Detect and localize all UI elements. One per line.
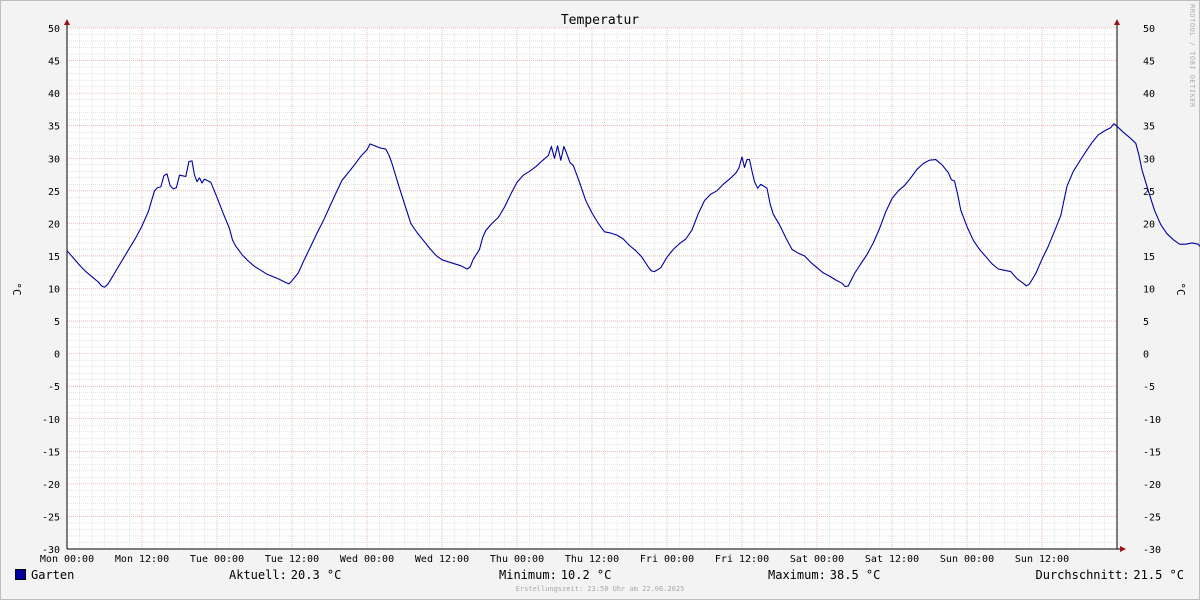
y-tick-label-left: -20 (42, 480, 60, 491)
y-tick-label-right: 10 (1143, 285, 1155, 296)
y-axis-arrow-right (1114, 19, 1120, 25)
x-tick-label: Thu 00:00 (490, 554, 544, 565)
creation-time: Erstellungszeit: 23:58 Uhr am 22.06.2025 (515, 585, 685, 593)
y-tick-label-right: 5 (1143, 317, 1149, 328)
x-axis-arrow (1120, 546, 1126, 552)
x-tick-label: Sun 00:00 (940, 554, 994, 565)
legend-minimum: Minimum: 10.2 °C (499, 568, 611, 582)
x-tick-label: Tue 00:00 (190, 554, 244, 565)
y-tick-label-left: 30 (48, 154, 60, 165)
y-tick-label-left: 20 (48, 219, 60, 230)
x-tick-label: Wed 00:00 (340, 554, 394, 565)
y-tick-label-left: 10 (48, 285, 60, 296)
y-tick-label-right: -30 (1143, 545, 1161, 556)
maximum-label: Maximum: (768, 568, 826, 582)
y-tick-label-right: -5 (1143, 382, 1155, 393)
x-tick-label: Thu 12:00 (565, 554, 619, 565)
y-tick-label-left: 50 (48, 24, 60, 35)
current-label: Aktuell: (229, 568, 287, 582)
y-tick-label-left: 5 (54, 317, 60, 328)
y-tick-label-right: -15 (1143, 447, 1161, 458)
y-axis-label-left: °C (10, 282, 23, 295)
legend-current: Aktuell: 20.3 °C (229, 568, 341, 582)
y-tick-label-right: 45 (1143, 57, 1155, 68)
y-tick-label-left: 15 (48, 252, 60, 263)
x-tick-label: Mon 00:00 (40, 554, 94, 565)
y-tick-label-left: -10 (42, 415, 60, 426)
y-tick-label-right: -10 (1143, 415, 1161, 426)
y-tick-labels-right: 50454035302520151050-5-10-15-20-25-30 (1143, 24, 1161, 556)
y-tick-label-right: 50 (1143, 24, 1155, 35)
y-tick-label-right: -25 (1143, 512, 1161, 523)
average-value: 21.5 °C (1133, 568, 1184, 582)
y-tick-label-left: -25 (42, 512, 60, 523)
y-tick-label-right: 0 (1143, 350, 1149, 361)
y-tick-label-right: 40 (1143, 89, 1155, 100)
y-tick-label-right: 30 (1143, 154, 1155, 165)
y-tick-label-left: 0 (54, 350, 60, 361)
y-tick-label-left: -5 (48, 382, 60, 393)
y-tick-label-right: 35 (1143, 122, 1155, 133)
minimum-label: Minimum: (499, 568, 557, 582)
y-axis-label-right: °C (1174, 282, 1187, 295)
y-tick-label-left: 40 (48, 89, 60, 100)
x-tick-label: Fri 00:00 (640, 554, 694, 565)
y-tick-label-left: -15 (42, 447, 60, 458)
x-tick-label: Tue 12:00 (265, 554, 319, 565)
y-tick-label-right: -20 (1143, 480, 1161, 491)
y-tick-labels-left: 50454035302520151050-5-10-15-20-25-30 (42, 24, 60, 556)
minimum-value: 10.2 °C (560, 568, 612, 582)
x-tick-label: Sat 12:00 (865, 554, 919, 565)
average-label: Durchschnitt: (1035, 568, 1130, 582)
legend-maximum: Maximum: 38.5 °C (768, 568, 880, 582)
chart-title: Temperatur (561, 13, 639, 28)
y-tick-label-right: 20 (1143, 219, 1155, 230)
legend-series-name: Garten (31, 568, 75, 582)
x-tick-labels: Mon 00:00 Mon 12:00 Tue 00:00 Tue 12:00 Wed … (40, 554, 1069, 565)
y-tick-label-left: 35 (48, 122, 60, 133)
maximum-value: 38.5 °C (829, 568, 881, 582)
y-axis-arrow-left (64, 19, 70, 25)
temperature-chart: Temperatur 50454035302520151050-5-10-15-… (10, 13, 1200, 565)
legend-series: Garten (15, 568, 74, 582)
rrdtool-watermark: RRDTOOL / TOBI OETIKER (1188, 4, 1196, 108)
x-tick-label: Mon 12:00 (115, 554, 169, 565)
x-tick-label: Fri 12:00 (715, 554, 769, 565)
x-tick-label: Sun 12:00 (1015, 554, 1069, 565)
current-value: 20.3 °C (290, 568, 342, 582)
y-tick-label-left: 45 (48, 57, 60, 68)
y-tick-label-left: 25 (48, 187, 60, 198)
y-tick-label-right: 15 (1143, 252, 1155, 263)
legend-swatch-garten (15, 569, 26, 580)
x-tick-label: Sat 00:00 (790, 554, 844, 565)
legend-average: Durchschnitt: 21.5 °C (1036, 568, 1185, 582)
x-tick-label: Wed 12:00 (415, 554, 469, 565)
